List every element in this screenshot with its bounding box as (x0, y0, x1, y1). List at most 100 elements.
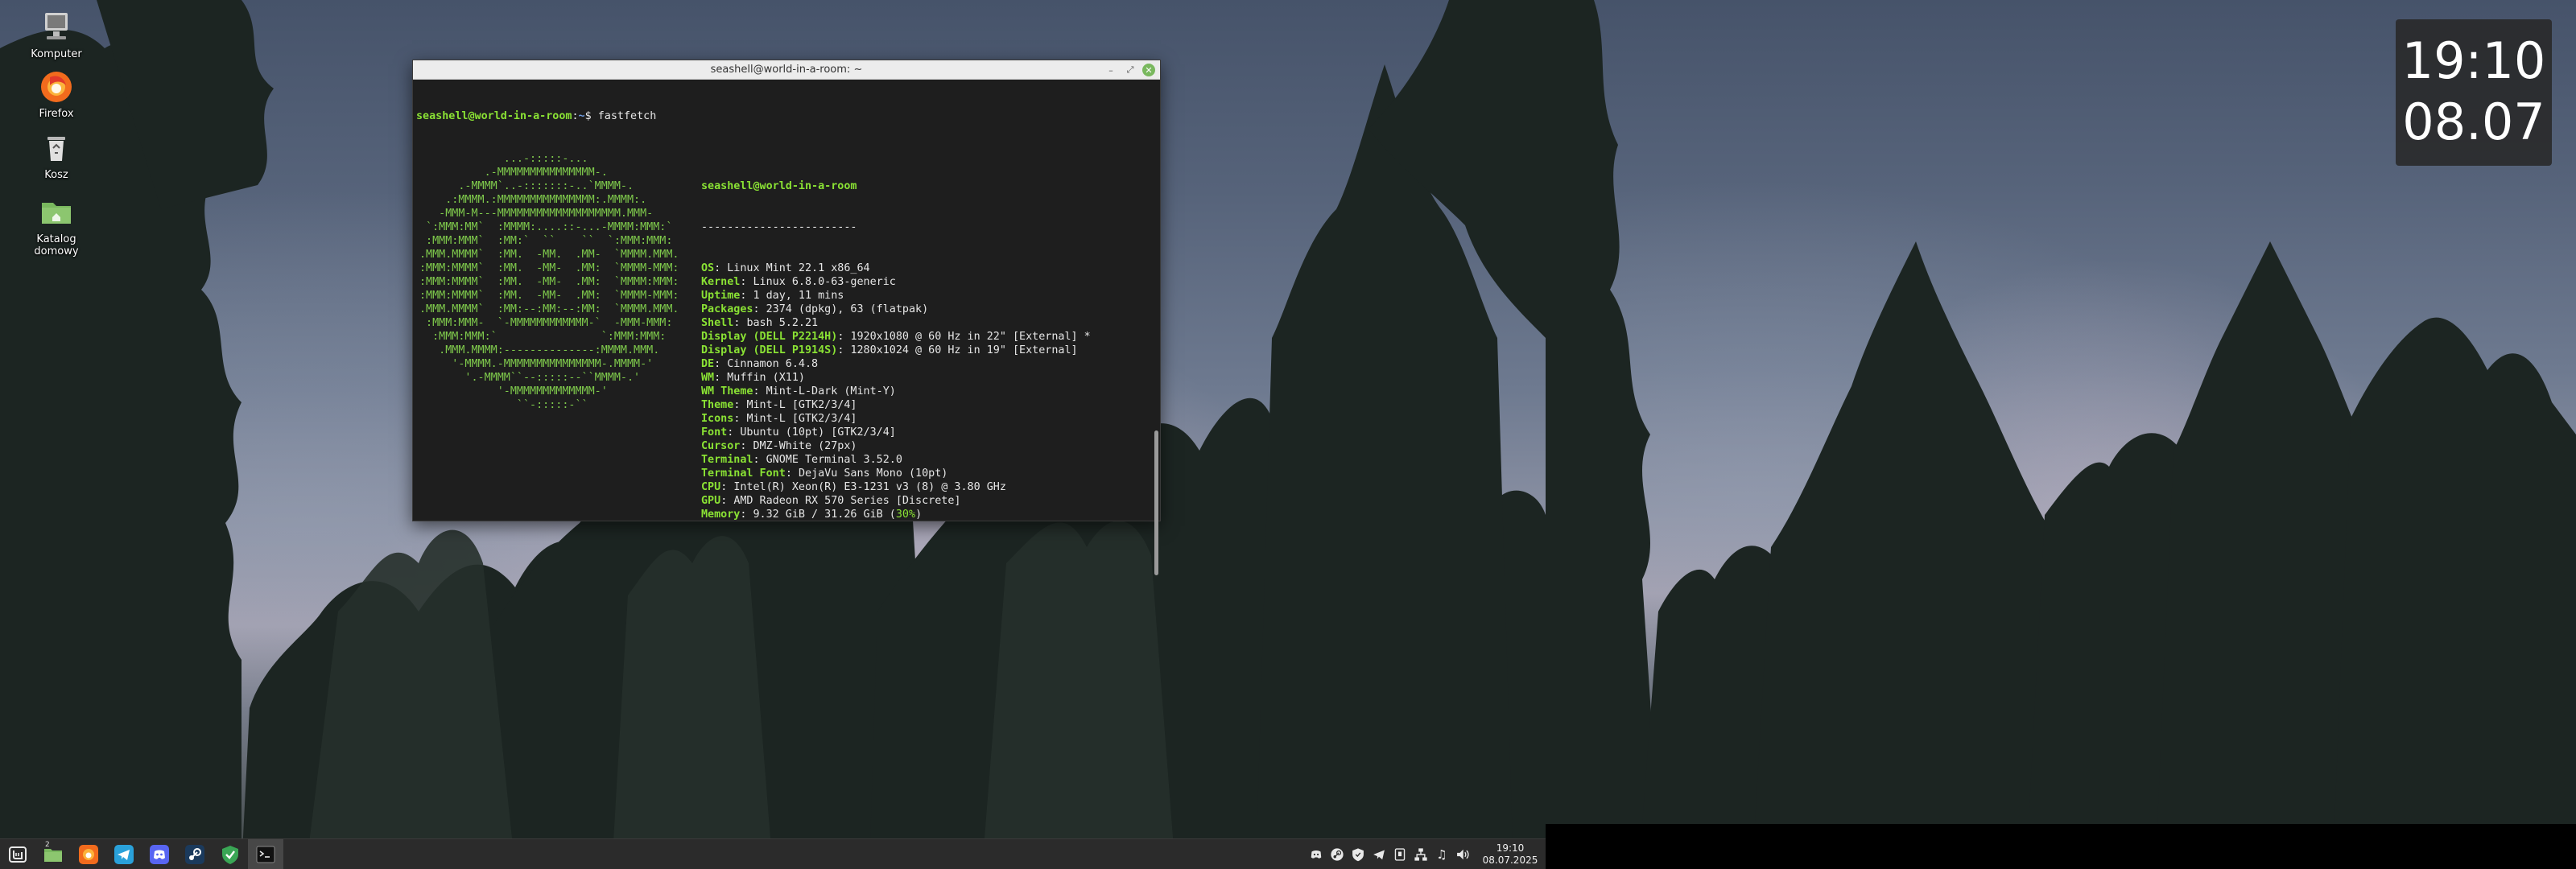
info-value: bash 5.2.21 (746, 317, 819, 329)
steam-tray-icon[interactable] (1327, 839, 1348, 869)
music-icon[interactable]: ♫ (1431, 839, 1452, 869)
launcher-discord[interactable] (142, 839, 177, 869)
ascii-logo-line: `:MMM:MM` :MMMM:....::-...-MMMM:MMM:` (419, 221, 673, 233)
clock-desklet[interactable]: 19:10 08.07 (2396, 19, 2552, 166)
computer-icon (37, 8, 76, 47)
ascii-logo-line: .-MMMMMMMMMMMMMMM-. (419, 167, 608, 179)
desktop-icon-trash[interactable]: Kosz (16, 129, 97, 181)
minimize-button[interactable]: – (1104, 63, 1118, 77)
info-row: Uptime: 1 day, 11 mins (701, 289, 1150, 303)
right-monitor-unused-area (1546, 824, 2576, 869)
trash-icon (37, 129, 76, 167)
desklet-date: 08.07 (2402, 93, 2545, 151)
scrollbar-thumb[interactable] (1154, 430, 1158, 575)
steam-icon (184, 844, 205, 865)
ascii-logo-line: '-MMMMMMMMMMMMM-' (419, 385, 608, 397)
desktop-icon-home[interactable]: Katalog domowy (16, 193, 97, 257)
launcher-telegram[interactable] (106, 839, 142, 869)
ascii-logo-line: ...-:::::-... (419, 153, 588, 165)
info-key: Packages (701, 303, 753, 315)
info-key: OS (701, 262, 715, 274)
info-value: DejaVu Sans Mono (10pt) (798, 467, 948, 480)
info-key: GPU (701, 495, 721, 507)
ascii-logo-line: .:MMMM.:MMMMMMMMMMMMMMM:.MMMM:. (419, 194, 647, 206)
info-key: Display (DELL P2214H) (701, 331, 838, 343)
desktop-icon-firefox[interactable]: Firefox (16, 68, 97, 120)
info-value: 1 day, 11 mins (753, 290, 844, 302)
info-value: AMD Radeon RX 570 Series [Discrete] (733, 495, 961, 507)
window-list-terminal[interactable] (248, 838, 283, 869)
info-colon: : (837, 331, 851, 343)
info-key: Terminal Font (701, 467, 786, 480)
info-row: Kernel: Linux 6.8.0-63-generic (701, 275, 1150, 289)
info-row: DE: Cinnamon 6.4.8 (701, 357, 1150, 371)
info-key: DE (701, 358, 715, 370)
ascii-logo-line: .MMM.MMMM` :MM. -MM. .MM- `MMMM.MMM. (419, 249, 679, 261)
terminal-window[interactable]: seashell@world-in-a-room: ~ – ⤢ ✕ seashe… (412, 60, 1161, 575)
info-key: Cursor (701, 440, 741, 452)
launcher-steam[interactable] (177, 839, 213, 869)
info-colon: : (753, 454, 766, 466)
fastfetch-info: seashell@world-in-a-room ---------------… (701, 152, 1150, 521)
terminal-output[interactable]: seashell@world-in-a-room:~$ fastfetch ..… (413, 80, 1150, 521)
info-colon: : (714, 372, 728, 384)
info-colon: : (753, 303, 766, 315)
info-row: Packages: 2374 (dpkg), 63 (flatpak) (701, 303, 1150, 316)
info-value: Cinnamon 6.4.8 (727, 358, 819, 370)
info-colon: : (720, 495, 734, 507)
menu-button[interactable] (0, 839, 35, 869)
telegram-tray-icon[interactable] (1368, 839, 1389, 869)
volume-icon[interactable] (1452, 839, 1473, 869)
ascii-logo-line: :MMM:MMMM` :MM. -MM- .MM: `MMMM-MMM: (419, 262, 679, 274)
info-colon: : (837, 344, 851, 356)
maximize-button[interactable]: ⤢ (1123, 63, 1137, 77)
ascii-logo-line: :MMM:MMMM` :MM. -MM- .MM: `MMMM-MMM: (419, 290, 679, 302)
info-row: GPU: AMD Radeon RX 570 Series [Discrete] (701, 494, 1150, 508)
info-row: Icons: Mint-L [GTK2/3/4] (701, 412, 1150, 426)
info-colon: : (714, 358, 728, 370)
launcher-files[interactable]: 2 (35, 839, 71, 869)
info-key: Display (DELL P1914S) (701, 344, 838, 356)
ascii-logo-line: '-MMMM.-MMMMMMMMMMMMMMM-.MMMM-' (419, 358, 654, 370)
removable-drive-icon[interactable] (1389, 839, 1410, 869)
info-key: Terminal (701, 454, 753, 466)
discord-icon (149, 844, 170, 865)
panel-clock-date: 08.07.2025 (1482, 855, 1538, 866)
vpn-tray-icon[interactable] (1348, 839, 1368, 869)
info-separator: ------------------------ (701, 221, 857, 233)
network-icon[interactable] (1410, 839, 1431, 869)
command-text: fastfetch (597, 110, 657, 122)
launcher-vpn[interactable] (213, 839, 248, 869)
ascii-logo-line: '.-MMMM``--:::::--``MMMM-.' (419, 372, 641, 384)
info-percent: 30% (895, 509, 916, 521)
panel-clock[interactable]: 19:10 08.07.2025 (1476, 842, 1544, 867)
info-row: Terminal Font: DejaVu Sans Mono (10pt) (701, 467, 1150, 480)
info-key: Icons (701, 413, 734, 425)
info-colon: : (740, 440, 753, 452)
prompt-path: ~ (578, 110, 585, 122)
taskbar-panel: 2 ♫ 19:10 08.07.2025 (0, 838, 1546, 869)
info-value: DMZ-White (27px) (753, 440, 857, 452)
discord-tray-icon[interactable] (1306, 839, 1327, 869)
terminal-icon (255, 844, 276, 865)
terminal-titlebar[interactable]: seashell@world-in-a-room: ~ – ⤢ ✕ (413, 60, 1160, 80)
info-value: Linux Mint 22.1 x86_64 (727, 262, 870, 274)
ascii-logo-line: :MMM:MMM- `-MMMMMMMMMMMM-` -MMM-MMM: (419, 317, 673, 329)
info-key: WM (701, 372, 715, 384)
info-value: Mint-L [GTK2/3/4] (746, 399, 857, 411)
desklet-time: 19:10 (2401, 31, 2546, 90)
desktop-icon-computer[interactable]: Komputer (16, 8, 97, 60)
close-button[interactable]: ✕ (1142, 64, 1155, 76)
info-key: Font (701, 426, 728, 439)
launcher-firefox[interactable] (71, 839, 106, 869)
info-value: Intel(R) Xeon(R) E3-1231 v3 (8) @ 3.80 G… (733, 481, 1006, 493)
ascii-logo-line: -MMM-M---MMMMMMMMMMMMMMMMMMM.MMM- (419, 208, 654, 220)
info-key: Memory (701, 509, 741, 521)
info-value: 9.32 GiB / 31.26 GiB ( (753, 509, 896, 521)
info-value: Mint-L [GTK2/3/4] (746, 413, 857, 425)
desktop-icon-label: Katalog domowy (34, 233, 79, 257)
info-colon: : (740, 276, 753, 288)
info-value: Ubuntu (10pt) [GTK2/3/4] (740, 426, 896, 439)
prompt-user: seashell@world-in-a-room (416, 110, 572, 122)
ascii-logo-line: :MMM:MMMM` :MM. -MM- .MM: `MMMM:MMM: (419, 276, 679, 288)
